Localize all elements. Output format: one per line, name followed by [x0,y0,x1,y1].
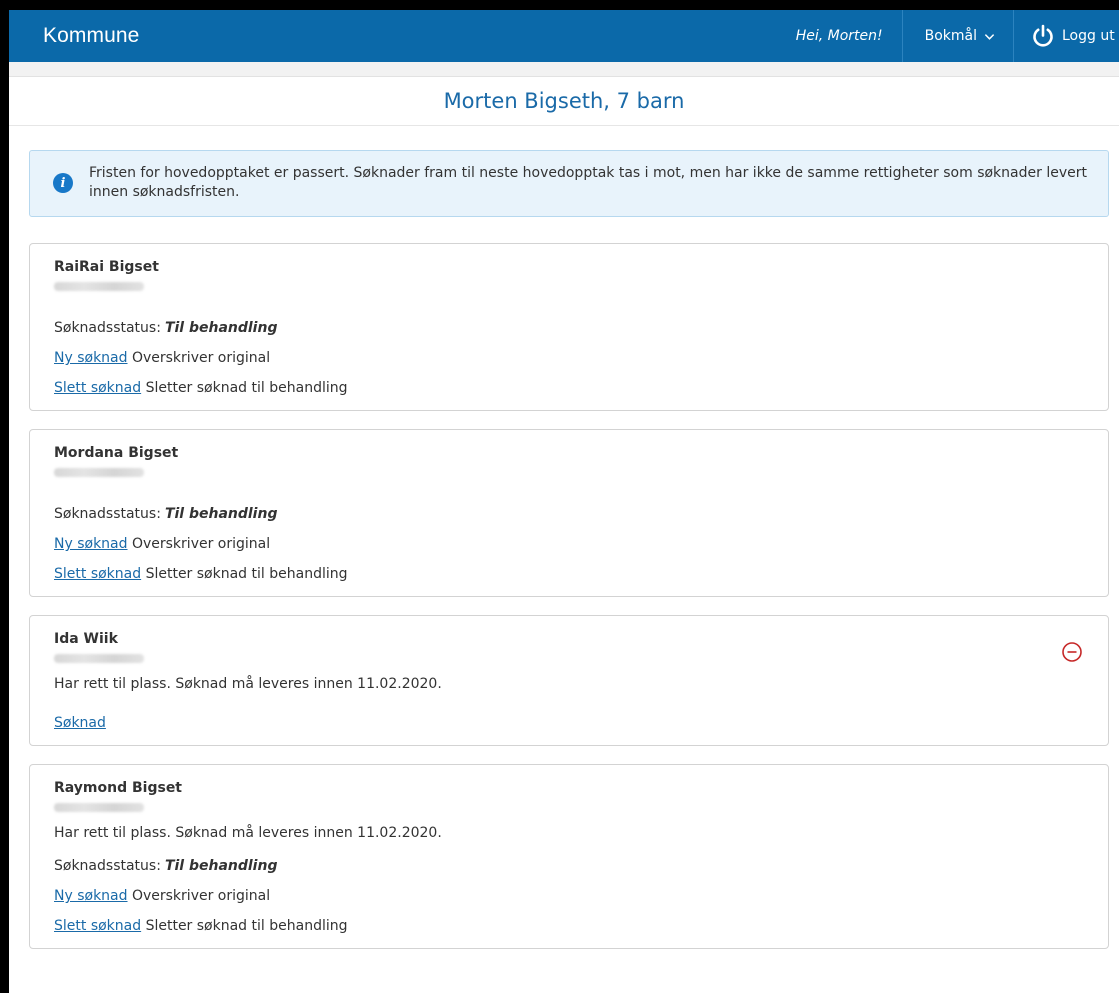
child-name: Ida Wiik [54,631,118,647]
delete-application-row: Slett søknad Sletter søknad til behandli… [54,565,1084,584]
alert-text: Fristen for hovedopptaket er passert. Sø… [89,165,1087,200]
new-application-desc: Overskriver original [131,350,271,366]
new-application-row: Ny søknad Overskriver original [54,535,1084,554]
eligibility-message: Har rett til plass. Søknad må leveres in… [54,676,442,692]
power-icon [1033,24,1053,47]
new-application-desc: Overskriver original [131,536,271,552]
child-card: Raymond Bigset Har rett til plass. Søkna… [29,764,1109,949]
language-selector[interactable]: Bokmål [901,10,1013,62]
application-status: Søknadsstatus: Til behandling [54,320,278,336]
user-greeting: Hei, Morten! [795,28,883,44]
delete-application-desc: Sletter søknad til behandling [145,380,348,396]
delete-application-link[interactable]: Slett søknad [54,566,141,582]
logout-button[interactable]: Logg ut [1013,10,1119,62]
application-status: Søknadsstatus: Til behandling [54,506,278,522]
page-frame: Kommune Hei, Morten! Bokmål Logg ut Mort… [0,0,1119,993]
new-application-link[interactable]: Ny søknad [54,350,128,366]
status-value: Til behandling [164,858,278,874]
top-navigation-bar: Kommune Hei, Morten! Bokmål Logg ut [9,10,1119,62]
apply-row: Søknad [54,714,1084,733]
delete-application-row: Slett søknad Sletter søknad til behandli… [54,917,1084,936]
delete-application-row: Slett søknad Sletter søknad til behandli… [54,379,1084,398]
chevron-down-icon [984,33,995,40]
blurred-id-number [54,468,144,477]
language-label: Bokmål [924,28,977,44]
brand-title[interactable]: Kommune [43,24,796,48]
child-name: RaiRai Bigset [54,259,159,275]
apply-link[interactable]: Søknad [54,715,106,731]
child-name: Raymond Bigset [54,780,183,796]
blurred-id-number [54,654,144,663]
main-content: i Fristen for hovedopptaket er passert. … [9,126,1119,949]
info-alert: i Fristen for hovedopptaket er passert. … [29,150,1109,217]
delete-application-link[interactable]: Slett søknad [54,918,141,934]
logout-label: Logg ut [1062,28,1115,44]
eligibility-message: Har rett til plass. Søknad må leveres in… [54,825,442,841]
minus-circle-icon[interactable] [1061,641,1083,663]
child-card: Mordana Bigset Søknadsstatus: Til behandl… [29,429,1109,597]
delete-application-desc: Sletter søknad til behandling [145,918,348,934]
child-card: RaiRai Bigset Søknadsstatus: Til behandli… [29,243,1109,411]
delete-application-desc: Sletter søknad til behandling [145,566,348,582]
delete-application-link[interactable]: Slett søknad [54,380,141,396]
new-application-desc: Overskriver original [131,888,271,904]
new-application-link[interactable]: Ny søknad [54,888,128,904]
status-value: Til behandling [164,506,278,522]
sub-header-strip [9,62,1119,77]
status-value: Til behandling [164,320,278,336]
application-status: Søknadsstatus: Til behandling [54,858,278,874]
info-icon: i [53,173,73,193]
new-application-link[interactable]: Ny søknad [54,536,128,552]
new-application-row: Ny søknad Overskriver original [54,887,1084,906]
child-name: Mordana Bigset [54,445,179,461]
blurred-id-number [54,803,144,812]
blurred-id-number [54,282,144,291]
page-title: Morten Bigseth, 7 barn [9,77,1119,126]
new-application-row: Ny søknad Overskriver original [54,349,1084,368]
child-card: Ida Wiik Har rett til plass. Søknad må l… [29,615,1109,746]
